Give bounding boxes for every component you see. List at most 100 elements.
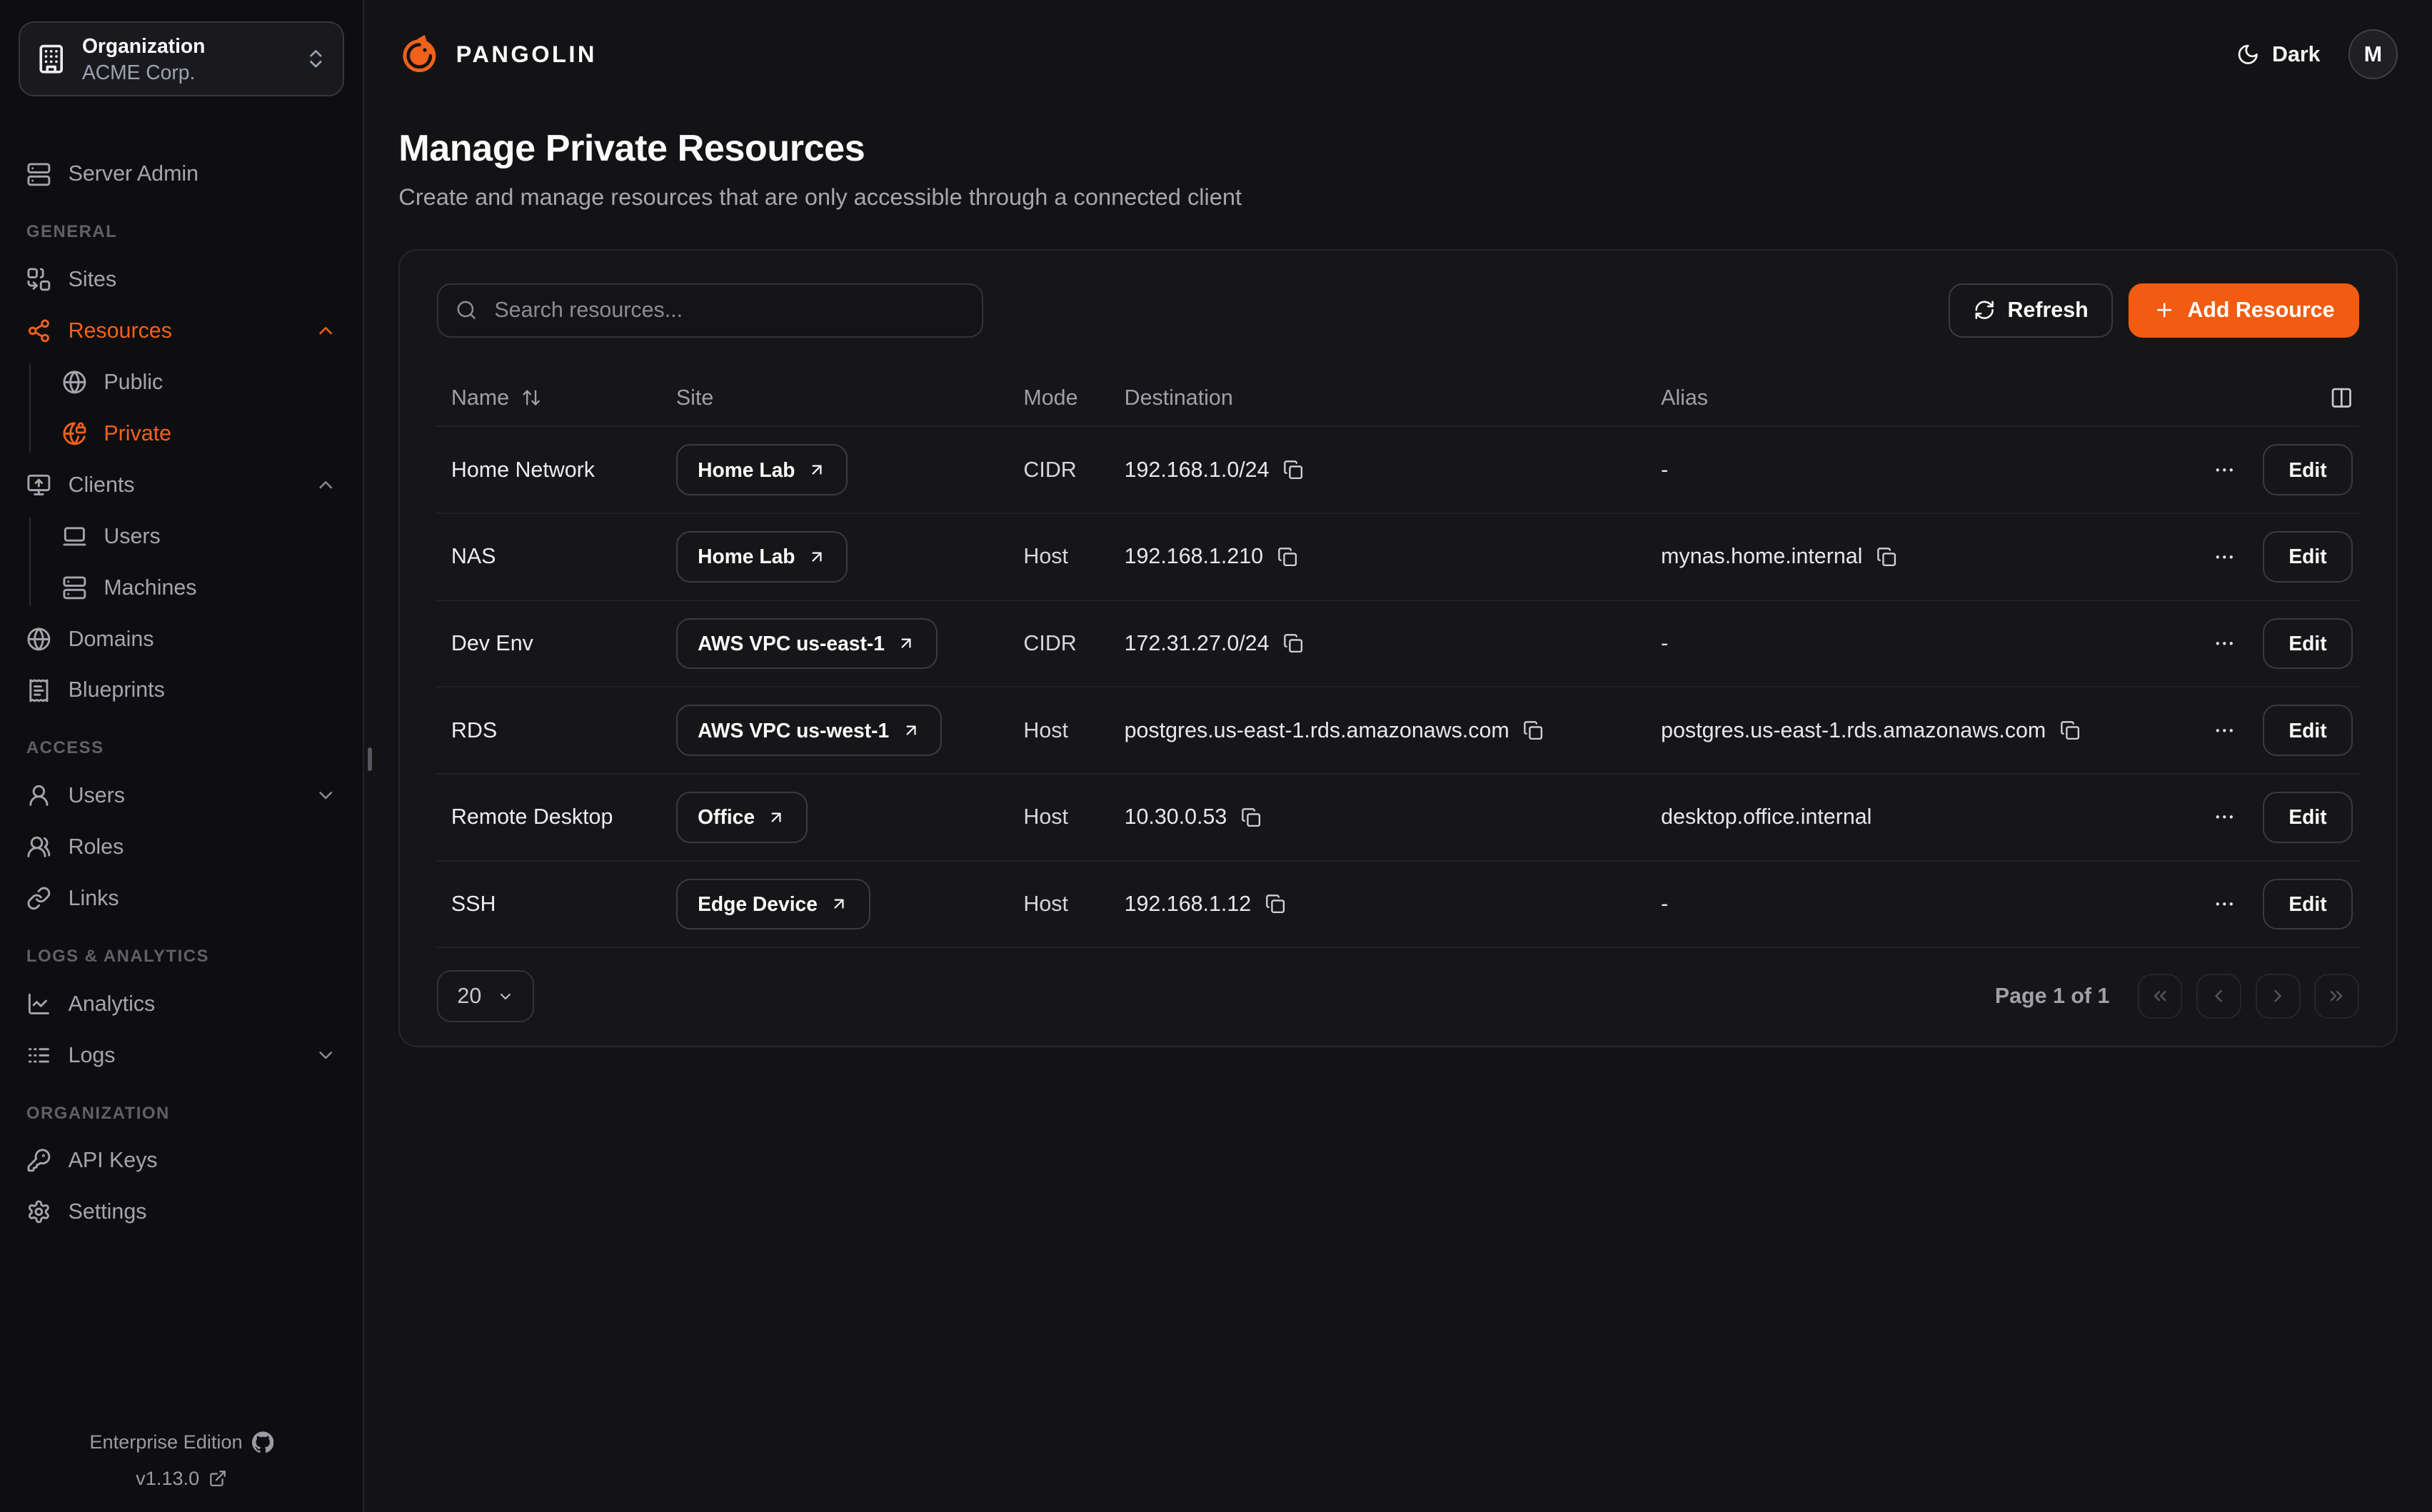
site-link[interactable]: Office bbox=[676, 792, 808, 843]
edit-button[interactable]: Edit bbox=[2263, 531, 2353, 583]
chevron-up-icon bbox=[315, 474, 336, 495]
sidebar-item-api-keys[interactable]: API Keys bbox=[19, 1142, 344, 1179]
app-window: Organization ACME Corp. Server Admin GEN… bbox=[0, 0, 2432, 1512]
chevron-right-icon bbox=[2268, 986, 2288, 1006]
sidebar-item-private[interactable]: Private bbox=[54, 415, 345, 452]
prev-page-button[interactable] bbox=[2196, 974, 2241, 1019]
copy-button[interactable] bbox=[1277, 547, 1297, 567]
section-label-logs-analytics: LOGS & ANALYTICS bbox=[19, 947, 344, 967]
row-menu-button[interactable] bbox=[2210, 715, 2239, 745]
copy-button[interactable] bbox=[2060, 720, 2080, 740]
last-page-button[interactable] bbox=[2314, 974, 2359, 1019]
sidebar-item-blueprints[interactable]: Blueprints bbox=[19, 672, 344, 709]
link-icon bbox=[26, 886, 51, 911]
site-link[interactable]: AWS VPC us-west-1 bbox=[676, 705, 942, 756]
next-page-button[interactable] bbox=[2256, 974, 2301, 1019]
edit-button[interactable]: Edit bbox=[2263, 618, 2353, 670]
row-menu-button[interactable] bbox=[2210, 802, 2239, 832]
topbar-right: Dark M bbox=[2236, 29, 2398, 79]
gear-icon bbox=[26, 1199, 51, 1224]
sidebar-resize-handle[interactable] bbox=[368, 747, 373, 771]
sidebar-item-links[interactable]: Links bbox=[19, 880, 344, 917]
user-icon bbox=[26, 783, 51, 808]
destination-value: 192.168.1.210 bbox=[1125, 544, 1263, 569]
first-page-button[interactable] bbox=[2138, 974, 2183, 1019]
sidebar-item-resources[interactable]: Resources bbox=[19, 312, 344, 349]
sidebar-item-public[interactable]: Public bbox=[54, 363, 345, 400]
site-link[interactable]: AWS VPC us-east-1 bbox=[676, 618, 938, 670]
version-link[interactable]: v1.13.0 bbox=[19, 1467, 344, 1490]
sidebar-item-server-admin[interactable]: Server Admin bbox=[19, 156, 344, 193]
row-menu-button[interactable] bbox=[2210, 629, 2239, 658]
sidebar-item-roles[interactable]: Roles bbox=[19, 828, 344, 865]
page-size-select[interactable]: 20 bbox=[437, 970, 534, 1023]
sidebar-item-label: Machines bbox=[104, 575, 196, 600]
sidebar-item-domains[interactable]: Domains bbox=[19, 620, 344, 657]
add-resource-button[interactable]: Add Resource bbox=[2129, 283, 2359, 338]
table-row: Dev Env AWS VPC us-east-1 CIDR 172.31.27… bbox=[437, 600, 2359, 687]
copy-button[interactable] bbox=[1876, 547, 1896, 567]
site-label: AWS VPC us-east-1 bbox=[698, 632, 885, 655]
row-actions: Edit bbox=[2121, 618, 2353, 670]
sidebar-item-clients[interactable]: Clients bbox=[19, 466, 344, 503]
edit-button[interactable]: Edit bbox=[2263, 444, 2353, 495]
pagination: 20 Page 1 of 1 bbox=[437, 970, 2359, 1023]
row-menu-button[interactable] bbox=[2210, 542, 2239, 571]
arrow-up-right-icon bbox=[902, 721, 920, 740]
resource-destination: 192.168.1.12 bbox=[1125, 892, 1662, 917]
column-header-destination: Destination bbox=[1125, 385, 1662, 410]
copy-icon bbox=[1283, 633, 1303, 653]
site-link[interactable]: Edge Device bbox=[676, 879, 870, 930]
ellipsis-icon bbox=[2213, 458, 2236, 482]
resource-name: SSH bbox=[451, 892, 676, 917]
github-icon bbox=[252, 1431, 273, 1453]
org-switcher-label: Organization bbox=[82, 34, 288, 58]
column-settings[interactable] bbox=[2121, 386, 2353, 410]
edit-button[interactable]: Edit bbox=[2263, 879, 2353, 930]
sidebar-item-machines[interactable]: Machines bbox=[54, 569, 345, 606]
sidebar-item-sites[interactable]: Sites bbox=[19, 261, 344, 298]
copy-button[interactable] bbox=[1241, 807, 1261, 827]
clients-subnav: Users Machines bbox=[29, 518, 344, 606]
sidebar-item-label: API Keys bbox=[69, 1148, 158, 1173]
refresh-button[interactable]: Refresh bbox=[1949, 283, 2113, 338]
server-icon bbox=[26, 162, 51, 187]
org-switcher-value: ACME Corp. bbox=[82, 61, 288, 84]
theme-toggle[interactable]: Dark bbox=[2236, 42, 2321, 67]
copy-button[interactable] bbox=[1283, 633, 1303, 653]
edition-link[interactable]: Enterprise Edition bbox=[19, 1431, 344, 1453]
chevron-down-icon bbox=[315, 1044, 336, 1066]
copy-button[interactable] bbox=[1283, 460, 1303, 480]
site-link[interactable]: Home Lab bbox=[676, 531, 848, 583]
brand[interactable]: PANGOLIN bbox=[398, 34, 597, 76]
column-header-name[interactable]: Name bbox=[451, 385, 676, 410]
copy-icon bbox=[1277, 547, 1297, 567]
copy-button[interactable] bbox=[1265, 894, 1285, 914]
org-switcher[interactable]: Organization ACME Corp. bbox=[19, 21, 344, 96]
page-title: Manage Private Resources bbox=[398, 127, 2398, 170]
sidebar-item-settings[interactable]: Settings bbox=[19, 1194, 344, 1231]
copy-button[interactable] bbox=[1523, 720, 1543, 740]
row-menu-button[interactable] bbox=[2210, 455, 2239, 485]
avatar[interactable]: M bbox=[2348, 29, 2398, 79]
alias-value: - bbox=[1661, 458, 1668, 483]
site-link[interactable]: Home Lab bbox=[676, 444, 848, 495]
column-header-site: Site bbox=[676, 385, 1024, 410]
key-icon bbox=[26, 1148, 51, 1173]
resources-card: Refresh Add Resource Name Site Mode bbox=[398, 249, 2398, 1047]
sidebar-item-logs[interactable]: Logs bbox=[19, 1037, 344, 1074]
edit-button[interactable]: Edit bbox=[2263, 792, 2353, 843]
row-menu-button[interactable] bbox=[2210, 889, 2239, 919]
receipt-icon bbox=[26, 678, 51, 703]
search-input[interactable] bbox=[491, 296, 965, 324]
resource-mode: Host bbox=[1023, 718, 1124, 743]
search-box bbox=[437, 283, 983, 338]
sidebar-item-client-users[interactable]: Users bbox=[54, 518, 345, 555]
moon-icon bbox=[2236, 43, 2260, 66]
resource-destination: 192.168.1.0/24 bbox=[1125, 458, 1662, 483]
sidebar-item-analytics[interactable]: Analytics bbox=[19, 985, 344, 1022]
resource-alias: - bbox=[1661, 892, 2120, 917]
globe-icon bbox=[26, 627, 51, 652]
edit-button[interactable]: Edit bbox=[2263, 705, 2353, 756]
sidebar-item-users[interactable]: Users bbox=[19, 777, 344, 814]
